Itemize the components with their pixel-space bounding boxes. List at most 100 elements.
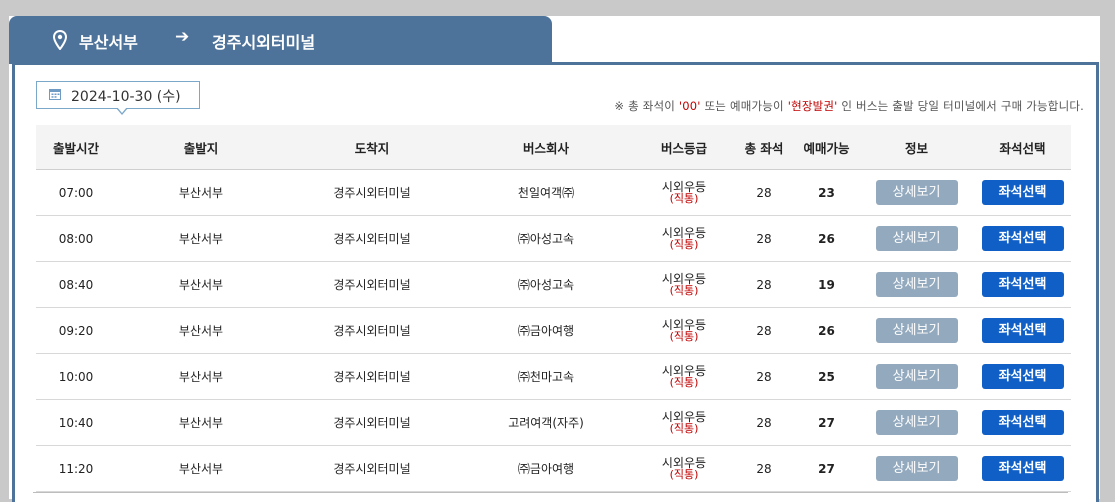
notice-mid: 또는 예매가능이 <box>700 99 788 113</box>
cell-available-seats: 27 <box>794 445 859 492</box>
grade-label: 시외우등 <box>661 225 707 240</box>
cell-time: 09:20 <box>36 307 116 354</box>
cell-origin: 부산서부 <box>116 353 286 400</box>
cell-grade: 시외우등 (직통) <box>634 261 734 308</box>
cell-seat-select: 좌석선택 <box>974 353 1071 400</box>
seat-select-button[interactable]: 좌석선택 <box>981 410 1064 435</box>
grade-label: 시외우등 <box>661 317 707 332</box>
table-row[interactable]: 08:40 부산서부 경주시외터미널 ㈜아성고속 시외우등 (직통) 28 19 상세보기 좌석선… <box>36 261 1071 308</box>
cell-grade: 시외우등 (직통) <box>634 307 734 354</box>
cell-destination: 경주시외터미널 <box>286 215 458 262</box>
detail-button[interactable]: 상세보기 <box>875 456 958 481</box>
cell-company: 천일여객㈜ <box>458 169 634 216</box>
seat-select-button[interactable]: 좌석선택 <box>981 364 1064 389</box>
detail-button[interactable]: 상세보기 <box>875 410 958 435</box>
cell-seat-select: 좌석선택 <box>974 399 1071 446</box>
cell-company: ㈜아성고속 <box>458 215 634 262</box>
schedule-panel: 2024-10-30 (수) ※ 총 좌석이 '00' 또는 예매가능이 '현장… <box>12 62 1099 502</box>
table-row[interactable]: 07:00 부산서부 경주시외터미널 천일여객㈜ 시외우등 (직통) 28 23 상세보기 좌석선… <box>36 169 1071 216</box>
grade-label: 시외우등 <box>661 179 707 194</box>
date-pointer-inner <box>117 107 127 113</box>
cell-grade: 시외우등 (직통) <box>634 169 734 216</box>
cell-total-seats: 28 <box>734 307 794 354</box>
cell-destination: 경주시외터미널 <box>286 169 458 216</box>
seat-select-button[interactable]: 좌석선택 <box>981 272 1064 297</box>
cell-seat-select: 좌석선택 <box>974 445 1071 492</box>
notice-zero-seats: '00' <box>678 99 701 113</box>
route-destination: 경주시외터미널 <box>212 33 316 52</box>
seat-select-button[interactable]: 좌석선택 <box>981 456 1064 481</box>
cell-info: 상세보기 <box>859 169 974 216</box>
cell-available-seats: 26 <box>794 307 859 354</box>
table-row[interactable]: 09:20 부산서부 경주시외터미널 ㈜금아여행 시외우등 (직통) 28 26 상세보기 좌석선… <box>36 307 1071 354</box>
cell-time: 10:00 <box>36 353 116 400</box>
table-row[interactable]: 10:40 부산서부 경주시외터미널 고려여객(자주) 시외우등 (직통) 28 27 상세보기… <box>36 399 1071 446</box>
cell-origin: 부산서부 <box>116 215 286 262</box>
cell-destination: 경주시외터미널 <box>286 261 458 308</box>
header-destination: 도착지 <box>286 125 458 170</box>
notice-suffix: 인 버스는 출발 당일 터미널에서 구매 가능합니다. <box>837 99 1084 113</box>
cell-info: 상세보기 <box>859 399 974 446</box>
header-available: 예매가능 <box>794 125 859 170</box>
detail-button[interactable]: 상세보기 <box>875 180 958 205</box>
cell-total-seats: 28 <box>734 353 794 400</box>
cell-grade: 시외우등 (직통) <box>634 445 734 492</box>
detail-button[interactable]: 상세보기 <box>875 226 958 251</box>
grade-label: 시외우등 <box>661 271 707 286</box>
location-pin-icon <box>53 30 67 50</box>
calendar-icon <box>49 89 61 100</box>
cell-available-seats: 27 <box>794 399 859 446</box>
date-selector[interactable]: 2024-10-30 (수) <box>36 81 200 115</box>
cell-available-seats: 26 <box>794 215 859 262</box>
notice-prefix: ※ 총 좌석이 <box>614 99 679 113</box>
cell-destination: 경주시외터미널 <box>286 399 458 446</box>
cell-info: 상세보기 <box>859 215 974 262</box>
grade-direct-label: (직통) <box>669 191 699 205</box>
table-row[interactable]: 11:20 부산서부 경주시외터미널 ㈜금아여행 시외우등 (직통) 28 27 상세보기 좌석선… <box>36 445 1071 492</box>
seat-select-button[interactable]: 좌석선택 <box>981 226 1064 251</box>
detail-button[interactable]: 상세보기 <box>875 364 958 389</box>
table-row[interactable]: 08:00 부산서부 경주시외터미널 ㈜아성고속 시외우등 (직통) 28 26 상세보기 좌석선… <box>36 215 1071 262</box>
cell-available-seats: 23 <box>794 169 859 216</box>
cell-time: 07:00 <box>36 169 116 216</box>
cell-origin: 부산서부 <box>116 399 286 446</box>
scrollbar-track[interactable] <box>1103 0 1115 499</box>
grade-direct-label: (직통) <box>669 283 699 297</box>
cell-available-seats: 19 <box>794 261 859 308</box>
cell-grade: 시외우등 (직통) <box>634 215 734 262</box>
seat-select-button[interactable]: 좌석선택 <box>981 318 1064 343</box>
cell-destination: 경주시외터미널 <box>286 353 458 400</box>
route-origin: 부산서부 <box>79 33 138 52</box>
cell-available-seats: 25 <box>794 353 859 400</box>
notice-onsite-ticket: '현장발권' <box>787 99 838 113</box>
cell-seat-select: 좌석선택 <box>974 215 1071 262</box>
table-row[interactable]: 10:00 부산서부 경주시외터미널 ㈜천마고속 시외우등 (직통) 28 25 상세보기 좌석선… <box>36 353 1071 400</box>
cell-info: 상세보기 <box>859 261 974 308</box>
cell-origin: 부산서부 <box>116 261 286 308</box>
cell-time: 08:40 <box>36 261 116 308</box>
header-departure-time: 출발시간 <box>36 125 116 170</box>
cell-destination: 경주시외터미널 <box>286 445 458 492</box>
grade-direct-label: (직통) <box>669 421 699 435</box>
selected-date: 2024-10-30 (수) <box>71 89 181 105</box>
cell-grade: 시외우등 (직통) <box>634 399 734 446</box>
seat-select-button[interactable]: 좌석선택 <box>981 180 1064 205</box>
cell-time: 10:40 <box>36 399 116 446</box>
detail-button[interactable]: 상세보기 <box>875 318 958 343</box>
cell-company: ㈜천마고속 <box>458 353 634 400</box>
cell-total-seats: 28 <box>734 169 794 216</box>
cell-total-seats: 28 <box>734 261 794 308</box>
detail-button[interactable]: 상세보기 <box>875 272 958 297</box>
route-arrow-icon: ➔ <box>175 27 190 47</box>
header-info: 정보 <box>859 125 974 170</box>
cell-total-seats: 28 <box>734 215 794 262</box>
cell-company: ㈜금아여행 <box>458 445 634 492</box>
bus-schedule-frame: 부산서부 ➔ 경주시외터미널 2024-10-30 (수) ※ 총 좌석이 '0… <box>9 16 1100 502</box>
cell-origin: 부산서부 <box>116 307 286 354</box>
cell-seat-select: 좌석선택 <box>974 169 1071 216</box>
cell-destination: 경주시외터미널 <box>286 307 458 354</box>
purchase-notice: ※ 총 좌석이 '00' 또는 예매가능이 '현장발권' 인 버스는 출발 당일… <box>614 98 1084 114</box>
header-seat-select: 좌석선택 <box>974 125 1071 170</box>
table-bottom-border <box>33 492 1068 493</box>
cell-grade: 시외우등 (직통) <box>634 353 734 400</box>
